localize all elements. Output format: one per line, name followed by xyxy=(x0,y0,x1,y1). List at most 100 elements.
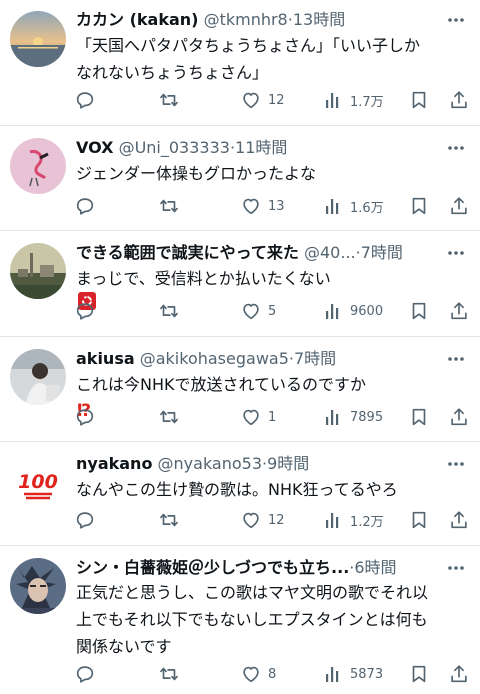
views-button[interactable]: 1.2万 xyxy=(324,506,384,534)
user-handle[interactable]: @nyakano53 xyxy=(158,454,263,473)
timestamp[interactable]: 6時間 xyxy=(354,558,396,577)
more-options-icon[interactable] xyxy=(446,349,466,369)
share-button[interactable] xyxy=(448,403,470,431)
share-button[interactable] xyxy=(448,660,470,688)
views-icon xyxy=(326,410,339,425)
reply-button[interactable] xyxy=(74,86,96,114)
like-count: 13 xyxy=(268,198,285,214)
like-button[interactable]: 13 xyxy=(240,192,285,220)
user-handle[interactable]: @tkmnhr8 xyxy=(204,10,288,29)
retweet-button[interactable] xyxy=(158,660,180,688)
like-button[interactable]: 5 xyxy=(240,297,276,325)
reply-button[interactable] xyxy=(74,506,96,534)
hundred-avatar[interactable]: 100 xyxy=(10,454,66,510)
bookmark-icon xyxy=(412,91,426,109)
bookmark-button[interactable] xyxy=(408,192,430,220)
more-options-icon[interactable] xyxy=(446,10,466,30)
like-button[interactable]: 1 xyxy=(240,403,276,431)
share-icon xyxy=(451,302,467,320)
action-bar: 13 1.6万 xyxy=(74,192,470,220)
views-button[interactable]: 1.7万 xyxy=(324,86,384,114)
reply-icon xyxy=(76,409,94,426)
bookmark-icon xyxy=(412,302,426,320)
retweet-button[interactable] xyxy=(158,297,180,325)
views-button[interactable]: 9600 xyxy=(324,297,383,325)
share-button[interactable] xyxy=(448,86,470,114)
views-button[interactable]: 5873 xyxy=(324,660,383,688)
tweet-text: 「天国へパタパタちょうちょさん」「いい子しか なれないちょうちょさん」 xyxy=(76,32,464,86)
like-button[interactable]: 8 xyxy=(240,660,276,688)
share-button[interactable] xyxy=(448,297,470,325)
tweet-1[interactable]: カカン (kakan) @tkmnhr8·13時間 「天国へパタパタちょうちょさ… xyxy=(0,0,480,126)
action-bar: 1 7895 xyxy=(74,403,470,431)
bookmark-button[interactable] xyxy=(408,506,430,534)
tweet-header: できる範囲で誠実にやって来た @40...·7時間 xyxy=(76,240,446,266)
like-button[interactable]: 12 xyxy=(240,506,285,534)
timestamp[interactable]: 7時間 xyxy=(294,349,336,368)
timestamp[interactable]: 13時間 xyxy=(293,10,345,29)
action-bar: 12 1.2万 xyxy=(74,506,470,534)
user-handle[interactable]: @akikohasegawa5 xyxy=(140,349,289,368)
tweet-3[interactable]: できる範囲で誠実にやって来た @40...·7時間 まっじで、受信料とか払いたく… xyxy=(0,231,480,337)
views-icon xyxy=(326,304,339,319)
views-icon xyxy=(326,667,339,682)
user-handle[interactable]: @Uni_033333 xyxy=(119,138,230,157)
heart-icon xyxy=(243,92,259,109)
view-count: 1.7万 xyxy=(350,94,384,110)
share-button[interactable] xyxy=(448,192,470,220)
reply-button[interactable] xyxy=(74,403,96,431)
reply-button[interactable] xyxy=(74,660,96,688)
bookmark-button[interactable] xyxy=(408,660,430,688)
cityscape-avatar[interactable] xyxy=(10,243,66,299)
views-button[interactable]: 1.6万 xyxy=(324,192,384,220)
timestamp[interactable]: 9時間 xyxy=(267,454,309,473)
views-button[interactable]: 7895 xyxy=(324,403,383,431)
tweet-6[interactable]: シン・白薔薇姫＠少しづつでも立ち...·6時間 正気だと思うし、この歌はマヤ文明… xyxy=(0,546,480,694)
anime-avatar[interactable] xyxy=(10,558,66,614)
reply-button[interactable] xyxy=(74,192,96,220)
tweet-2[interactable]: VOX @Uni_033333·11時間 ジェンダー体操もグロかったよな 13 … xyxy=(0,126,480,231)
flamingo-avatar[interactable] xyxy=(10,138,66,194)
heart-icon xyxy=(243,409,259,426)
tweet-text-line: ジェンダー体操もグロかったよな xyxy=(76,164,317,183)
more-options-icon[interactable] xyxy=(446,454,466,474)
tweet-5[interactable]: 100 nyakano @nyakano53·9時間 なんやこの生け贄の歌は。N… xyxy=(0,442,480,546)
more-options-icon[interactable] xyxy=(446,243,466,263)
display-name[interactable]: VOX xyxy=(76,138,113,157)
reply-button[interactable] xyxy=(74,297,96,325)
more-options-icon[interactable] xyxy=(446,138,466,158)
tweet-text-line: これは今NHKで放送されているのですか xyxy=(76,375,367,394)
display-name[interactable]: シン・白薔薇姫＠少しづつでも立ち... xyxy=(76,558,349,577)
heart-icon xyxy=(243,198,259,215)
retweet-button[interactable] xyxy=(158,192,180,220)
more-options-icon[interactable] xyxy=(446,558,466,578)
retweet-button[interactable] xyxy=(158,506,180,534)
sunset-avatar[interactable] xyxy=(10,11,66,67)
tweet-4[interactable]: akiusa @akikohasegawa5·7時間 これは今NHKで放送されて… xyxy=(0,337,480,442)
like-button[interactable]: 12 xyxy=(240,86,285,114)
share-icon xyxy=(451,91,467,109)
display-name[interactable]: nyakano xyxy=(76,454,152,473)
display-name[interactable]: akiusa xyxy=(76,349,135,368)
view-count: 9600 xyxy=(350,303,384,319)
bookmark-button[interactable] xyxy=(408,297,430,325)
tweet-text-line: まっじで、受信料とか払いたくない xyxy=(76,269,331,288)
like-count: 12 xyxy=(268,512,285,528)
like-count: 1 xyxy=(268,409,277,425)
bookmark-button[interactable] xyxy=(408,86,430,114)
share-icon xyxy=(451,197,467,215)
display-name[interactable]: できる範囲で誠実にやって来た xyxy=(76,243,299,262)
person-avatar[interactable] xyxy=(10,349,66,405)
user-handle[interactable]: @40... xyxy=(304,243,356,262)
timestamp[interactable]: 7時間 xyxy=(361,243,403,262)
bookmark-button[interactable] xyxy=(408,403,430,431)
retweet-icon xyxy=(160,667,178,681)
retweet-button[interactable] xyxy=(158,403,180,431)
timestamp[interactable]: 11時間 xyxy=(235,138,287,157)
share-button[interactable] xyxy=(448,506,470,534)
retweet-button[interactable] xyxy=(158,86,180,114)
retweet-icon xyxy=(160,410,178,424)
display-name[interactable]: カカン (kakan) xyxy=(76,10,198,29)
retweet-icon xyxy=(160,304,178,318)
like-count: 5 xyxy=(268,303,277,319)
